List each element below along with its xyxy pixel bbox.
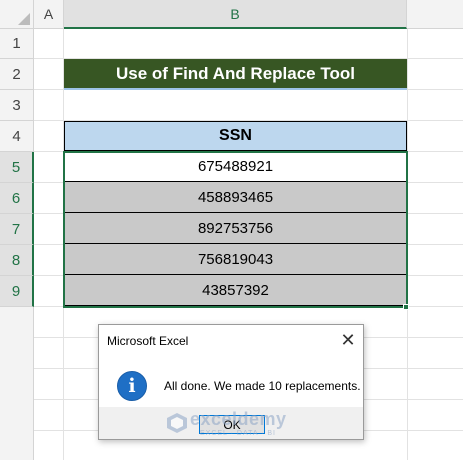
row-header-2[interactable]: 2 <box>0 59 34 90</box>
ssn-cell[interactable]: 458893465 <box>64 182 407 213</box>
row-header-9[interactable]: 9 <box>0 276 34 307</box>
fill-handle[interactable] <box>403 304 409 310</box>
ssn-header-cell[interactable]: SSN <box>64 121 407 151</box>
column-header-c[interactable] <box>407 0 463 29</box>
ssn-cell[interactable]: 43857392 <box>64 275 407 306</box>
row-header-3[interactable]: 3 <box>0 90 34 121</box>
row-header-5[interactable]: 5 <box>0 152 34 183</box>
ssn-cell[interactable]: 756819043 <box>64 244 407 275</box>
row-header-8[interactable]: 8 <box>0 245 34 276</box>
column-header-b[interactable]: B <box>64 0 407 29</box>
ssn-cell[interactable]: 892753756 <box>64 213 407 244</box>
select-all-corner[interactable] <box>0 0 34 29</box>
close-icon[interactable]: ✕ <box>337 329 359 351</box>
row-header-empty <box>0 307 34 460</box>
row-header-4[interactable]: 4 <box>0 121 34 152</box>
sheet-title-cell[interactable]: Use of Find And Replace Tool <box>64 59 407 90</box>
dialog-title: Microsoft Excel <box>107 334 189 348</box>
column-header-a[interactable]: A <box>34 0 64 29</box>
gridline <box>34 306 463 307</box>
row-header-6[interactable]: 6 <box>0 183 34 214</box>
row-header-7[interactable]: 7 <box>0 214 34 245</box>
dialog-message: All done. We made 10 replacements. <box>164 379 361 393</box>
ssn-cell[interactable]: 675488921 <box>64 151 407 182</box>
watermark-name: exceldemy <box>190 409 287 429</box>
row-header-1[interactable]: 1 <box>0 29 34 59</box>
watermark-tagline: EXCEL · DATA · BI <box>200 430 276 437</box>
exceldemy-logo-icon <box>167 413 187 433</box>
info-icon: i <box>117 371 147 401</box>
